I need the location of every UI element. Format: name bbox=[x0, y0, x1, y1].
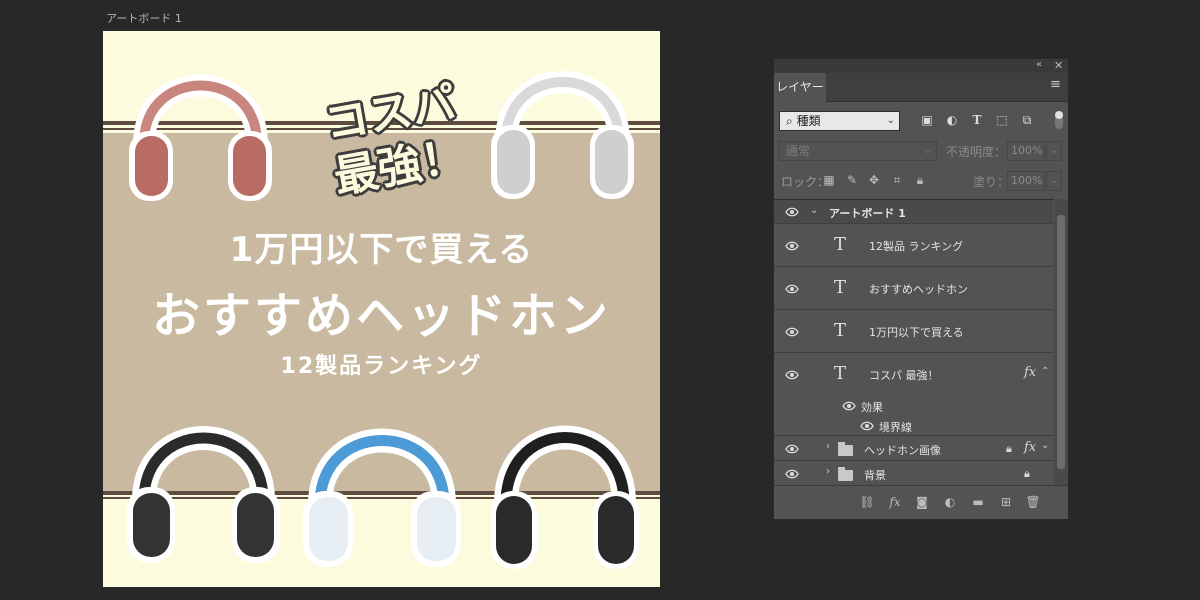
fill-dropdown-icon[interactable]: ⌄ bbox=[1046, 171, 1062, 191]
headphone-white-image bbox=[491, 71, 634, 199]
chevron-up-icon[interactable]: ⌃ bbox=[1041, 366, 1049, 377]
opacity-label: 不透明度： bbox=[946, 145, 1007, 159]
panel-tab-bar: レイヤー ≡ bbox=[774, 73, 1068, 102]
blend-mode-value: 通常 bbox=[786, 144, 811, 158]
lock-icon: 🔒︎ bbox=[1006, 442, 1012, 455]
panel-footer-toolbar: ⛓ fx ◙ ◐ ▬ ⊞ 🗑︎ bbox=[774, 485, 1068, 519]
search-icon: ⌕ bbox=[786, 114, 793, 128]
chevron-down-icon[interactable]: ⌄ bbox=[1041, 440, 1049, 451]
new-adjustment-layer-icon[interactable]: ◐ bbox=[942, 494, 958, 510]
headline-ranking: 12製品ランキング bbox=[280, 354, 483, 379]
layer-row-text[interactable]: T おすすめヘッドホン bbox=[774, 267, 1053, 310]
headphone-blue-white-image bbox=[303, 428, 461, 567]
tab-layers[interactable]: レイヤー bbox=[774, 73, 826, 102]
link-layers-icon[interactable]: ⛓ bbox=[859, 494, 875, 510]
delete-layer-trash-icon[interactable]: 🗑︎ bbox=[1025, 494, 1041, 510]
layer-name: ヘッドホン画像 bbox=[864, 444, 941, 457]
panel-title-strip[interactable] bbox=[774, 59, 1068, 73]
effect-stroke-row[interactable]: 境界線 bbox=[774, 416, 1053, 436]
new-group-folder-icon[interactable]: ▬ bbox=[970, 494, 986, 510]
close-panel-icon[interactable]: ✕ bbox=[1054, 59, 1063, 72]
lock-position-icon[interactable]: ✥ bbox=[866, 172, 882, 188]
headline-main: おすすめヘッドホン bbox=[151, 288, 611, 344]
text-layer-filter-icon[interactable]: T bbox=[969, 112, 985, 128]
shape-layer-filter-icon[interactable]: ⬚ bbox=[994, 112, 1010, 128]
promo-badge-text: コスパ 最強！ bbox=[294, 54, 492, 203]
scrollbar-thumb[interactable] bbox=[1057, 215, 1065, 469]
headphone-pink-image bbox=[129, 74, 272, 201]
layer-name: コスパ 最強！ bbox=[869, 369, 939, 382]
panel-menu-icon[interactable]: ≡ bbox=[1050, 77, 1061, 92]
visibility-eye-icon[interactable] bbox=[785, 241, 799, 251]
folder-icon bbox=[838, 442, 853, 456]
layer-row-group[interactable]: › 背景 🔒︎ bbox=[774, 461, 1053, 486]
text-layer-icon: T bbox=[834, 363, 847, 384]
visibility-eye-icon[interactable] bbox=[785, 444, 799, 454]
effects-group-row[interactable]: 効果 bbox=[774, 396, 1053, 416]
text-layer-icon: T bbox=[834, 234, 847, 255]
layer-name: 12製品 ランキング bbox=[869, 240, 964, 253]
lock-all-icon[interactable]: 🔒︎ bbox=[912, 172, 928, 188]
adjustment-layer-filter-icon[interactable]: ◐ bbox=[944, 112, 960, 128]
layer-name: アートボード 1 bbox=[829, 207, 906, 220]
artboard-canvas[interactable]: コスパ 最強！ 1万円以下で買える おすすめヘッドホン 12製品ランキング bbox=[103, 31, 660, 587]
layer-filter-value: 種類 bbox=[796, 114, 821, 128]
lock-icon: 🔒︎ bbox=[1024, 467, 1030, 480]
smart-object-filter-icon[interactable]: ⧉ bbox=[1019, 112, 1035, 128]
opacity-input[interactable]: 100% bbox=[1007, 141, 1045, 161]
prevent-autonest-icon[interactable]: ⌗ bbox=[889, 172, 905, 188]
artboard-name-label[interactable]: アートボード 1 bbox=[106, 10, 182, 26]
layer-effects-fx-icon[interactable]: fx bbox=[1024, 365, 1036, 380]
chevron-right-icon[interactable]: › bbox=[826, 441, 830, 452]
visibility-eye-icon[interactable] bbox=[860, 421, 874, 431]
headphone-black-left-image bbox=[127, 426, 280, 563]
blend-mode-select[interactable]: 通常 ⌄ bbox=[779, 141, 937, 161]
layer-row-text[interactable]: T 1万円以下で買える bbox=[774, 310, 1053, 353]
layer-filter-select[interactable]: ⌕ 種類 ⌄ bbox=[779, 111, 900, 131]
chevron-down-icon: ⌄ bbox=[886, 115, 895, 126]
layer-list: ⌄ アートボード 1 T 12製品 ランキング T おすすめヘッドホン T 1万… bbox=[774, 199, 1068, 486]
layer-row-artboard[interactable]: ⌄ アートボード 1 bbox=[774, 200, 1053, 224]
add-layer-style-fx-icon[interactable]: fx bbox=[887, 494, 903, 510]
layer-row-group[interactable]: › ヘッドホン画像 🔒︎ fx ⌄ bbox=[774, 436, 1053, 461]
new-layer-icon[interactable]: ⊞ bbox=[998, 494, 1014, 510]
folder-icon bbox=[838, 467, 853, 481]
text-layer-icon: T bbox=[834, 320, 847, 341]
effects-label: 効果 bbox=[861, 401, 883, 414]
lock-image-pixels-icon[interactable]: ✎ bbox=[844, 172, 860, 188]
add-mask-icon[interactable]: ◙ bbox=[914, 494, 930, 510]
chevron-down-icon[interactable]: ⌄ bbox=[810, 205, 818, 216]
fill-label: 塗り： bbox=[973, 175, 1010, 189]
filter-toggle-switch[interactable] bbox=[1055, 111, 1063, 129]
opacity-dropdown-icon[interactable]: ⌄ bbox=[1046, 141, 1062, 161]
visibility-eye-icon[interactable] bbox=[785, 370, 799, 380]
layer-name: 背景 bbox=[864, 469, 886, 482]
visibility-eye-icon[interactable] bbox=[785, 469, 799, 479]
layers-panel: « ✕ レイヤー ≡ ⌕ 種類 ⌄ ▣ ◐ T ⬚ ⧉ 通常 ⌄ 不透明度： 1… bbox=[773, 58, 1069, 519]
chevron-right-icon[interactable]: › bbox=[826, 466, 830, 477]
layer-effects-fx-icon[interactable]: fx bbox=[1024, 440, 1036, 455]
layer-row-text-with-effects[interactable]: T コスパ 最強！ fx ⌃ bbox=[774, 353, 1053, 396]
chevron-down-icon: ⌄ bbox=[923, 145, 932, 156]
visibility-eye-icon[interactable] bbox=[785, 207, 799, 217]
layer-row-text[interactable]: T 12製品 ランキング bbox=[774, 224, 1053, 267]
headline-price: 1万円以下で買える bbox=[229, 230, 534, 270]
layer-name: 1万円以下で買える bbox=[869, 326, 964, 339]
fill-input[interactable]: 100% bbox=[1007, 171, 1045, 191]
effect-stroke-label: 境界線 bbox=[879, 421, 912, 434]
collapse-panel-icon[interactable]: « bbox=[1036, 59, 1042, 70]
layer-name: おすすめヘッドホン bbox=[869, 283, 968, 296]
visibility-eye-icon[interactable] bbox=[785, 284, 799, 294]
visibility-eye-icon[interactable] bbox=[785, 327, 799, 337]
pixel-layer-filter-icon[interactable]: ▣ bbox=[919, 112, 935, 128]
headphone-black-silver-image bbox=[491, 425, 639, 569]
visibility-eye-icon[interactable] bbox=[842, 401, 856, 411]
lock-transparent-pixels-icon[interactable]: ▦ bbox=[821, 172, 837, 188]
text-layer-icon: T bbox=[834, 277, 847, 298]
